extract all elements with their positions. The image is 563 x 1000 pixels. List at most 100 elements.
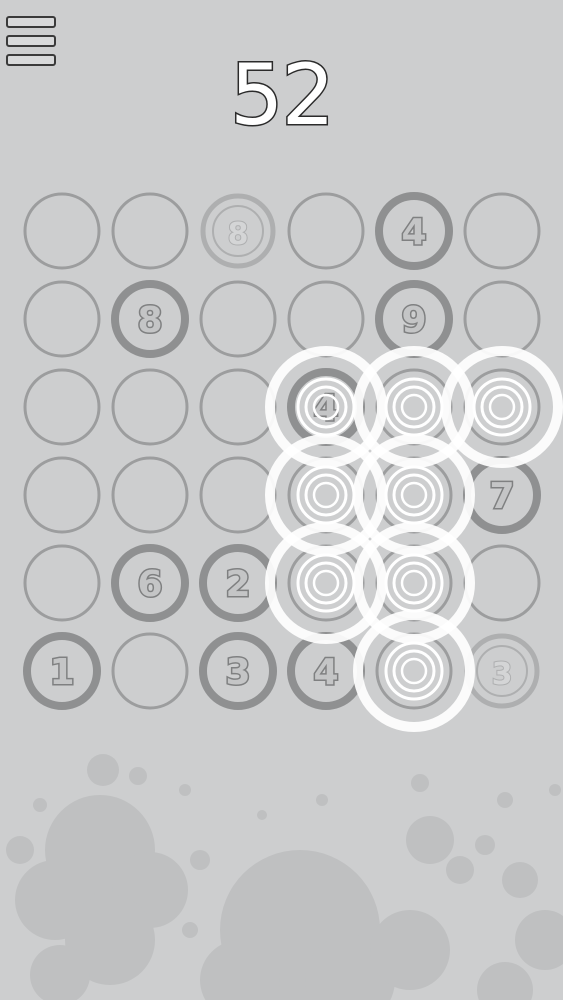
cell-number: 4 <box>313 652 338 693</box>
highlight-outer-ring <box>265 434 387 556</box>
highlight-outer-ring <box>353 610 475 732</box>
board-cell[interactable]: 9 <box>375 280 453 358</box>
cell-ring <box>463 368 541 446</box>
highlight-ring <box>480 385 524 429</box>
board-cell[interactable] <box>111 368 189 446</box>
cell-number: 8 <box>137 300 162 341</box>
highlight-ring <box>400 569 428 597</box>
board-cell[interactable] <box>199 368 277 446</box>
selection-highlight <box>353 346 475 468</box>
board-cell[interactable]: 1 <box>23 632 101 710</box>
cell-ring <box>375 456 453 534</box>
cell-number: 7 <box>489 476 514 517</box>
selection-highlight <box>265 434 387 556</box>
cell-ring <box>23 280 101 358</box>
board-cell[interactable] <box>463 192 541 270</box>
board-cell[interactable]: 3 <box>464 633 540 709</box>
cell-number: 6 <box>137 564 162 605</box>
cell-ring <box>287 456 365 534</box>
board-cell[interactable] <box>375 544 453 622</box>
cell-ring <box>199 456 277 534</box>
highlight-ring <box>312 569 340 597</box>
board-cell[interactable] <box>111 632 189 710</box>
board-cell[interactable] <box>287 192 365 270</box>
cell-ring <box>111 368 189 446</box>
board-cell[interactable] <box>463 544 541 622</box>
cell-number: 2 <box>225 564 250 605</box>
board-cell[interactable] <box>23 280 101 358</box>
cell-ring <box>463 544 541 622</box>
cell-ring <box>111 456 189 534</box>
board-cell[interactable]: 8 <box>200 193 276 269</box>
highlight-ring <box>304 561 348 605</box>
board-cell[interactable] <box>23 456 101 534</box>
board-cell[interactable]: 2 <box>199 544 277 622</box>
cell-ring <box>23 192 101 270</box>
highlight-ring <box>392 561 436 605</box>
cell-ring <box>23 544 101 622</box>
selection-highlight <box>353 434 475 556</box>
cell-number: 4 <box>401 212 426 253</box>
highlight-outer-ring <box>265 522 387 644</box>
board-cell[interactable]: 4 <box>287 368 365 446</box>
cell-ring <box>287 280 365 358</box>
board-cell[interactable] <box>463 368 541 446</box>
highlight-ring <box>392 385 436 429</box>
highlight-outer-ring <box>353 522 475 644</box>
cell-ring <box>375 544 453 622</box>
cell-number: 3 <box>492 657 513 692</box>
highlight-outer-ring <box>441 346 563 468</box>
highlight-ring <box>312 481 340 509</box>
highlight-ring <box>400 481 428 509</box>
highlight-outer-ring <box>353 434 475 556</box>
cell-ring <box>463 192 541 270</box>
cell-ring <box>463 280 541 358</box>
board-cell[interactable] <box>111 192 189 270</box>
board-cell[interactable] <box>111 456 189 534</box>
board-cell[interactable] <box>287 280 365 358</box>
selection-highlight <box>353 610 475 732</box>
highlight-outer-ring <box>353 346 475 468</box>
cell-ring <box>375 368 453 446</box>
cell-number: 1 <box>49 652 74 693</box>
cell-number: 8 <box>228 217 249 252</box>
cell-ring <box>111 192 189 270</box>
selection-highlight <box>265 522 387 644</box>
board-cell[interactable] <box>23 192 101 270</box>
board-cell[interactable] <box>463 280 541 358</box>
board-cell[interactable] <box>375 456 453 534</box>
board-cell[interactable] <box>23 368 101 446</box>
cell-ring <box>287 192 365 270</box>
highlight-ring <box>488 393 516 421</box>
selection-highlight <box>353 522 475 644</box>
highlight-ring <box>392 473 436 517</box>
game-board: 8 48 9476 21 3 4 3 <box>23 192 563 732</box>
board-cell[interactable]: 6 <box>111 544 189 622</box>
cell-ring <box>287 544 365 622</box>
board-cell[interactable]: 4 <box>287 632 365 710</box>
board-cell[interactable] <box>199 456 277 534</box>
highlight-ring <box>304 473 348 517</box>
board-cell[interactable]: 4 <box>375 192 453 270</box>
highlight-ring <box>400 657 428 685</box>
cell-ring <box>375 632 453 710</box>
cell-ring <box>199 280 277 358</box>
cell-number: 9 <box>401 300 426 341</box>
board-cell[interactable] <box>287 544 365 622</box>
cell-ring <box>23 368 101 446</box>
board-cell[interactable] <box>375 368 453 446</box>
board-cell[interactable] <box>375 632 453 710</box>
cell-ring <box>111 632 189 710</box>
board-cell[interactable] <box>287 456 365 534</box>
board-cell[interactable] <box>199 280 277 358</box>
board-cell[interactable]: 8 <box>111 280 189 358</box>
cell-ring <box>23 456 101 534</box>
cell-ring <box>199 368 277 446</box>
selection-highlight <box>441 346 563 468</box>
highlight-ring <box>392 649 436 693</box>
board-cell[interactable]: 7 <box>463 456 541 534</box>
cell-number: 3 <box>225 652 250 693</box>
highlight-ring <box>400 393 428 421</box>
board-cell[interactable] <box>23 544 101 622</box>
board-cell[interactable]: 3 <box>199 632 277 710</box>
